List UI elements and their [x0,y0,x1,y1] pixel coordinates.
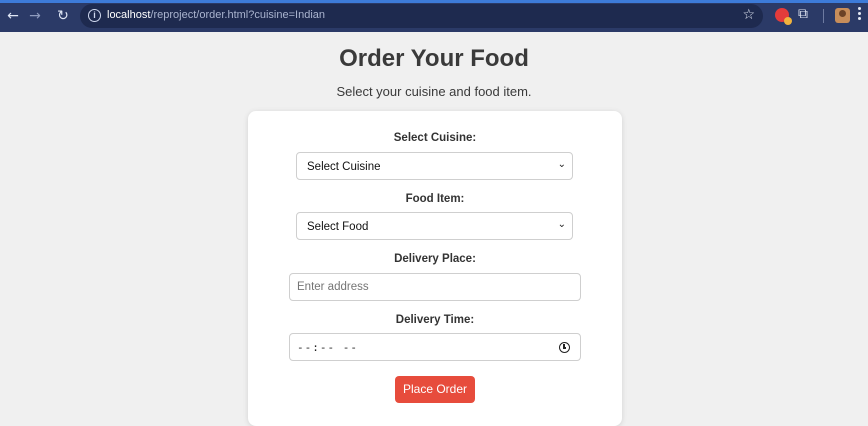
food-label: Food Item: [405,193,465,205]
time-label: Delivery Time: [395,314,475,326]
food-select[interactable]: Select Food ⌄ [296,212,573,240]
cuisine-select[interactable]: Select Cuisine ⌄ [296,152,573,180]
avatar[interactable] [835,8,850,23]
url-path: /reproject/order.html?cuisine=Indian [150,9,325,21]
extension-badge [784,17,792,25]
address-bar[interactable]: i localhost/reproject/order.html?cuisine… [80,4,763,28]
extension-icon[interactable] [775,8,792,25]
cuisine-select-value: Select Cuisine [307,161,381,173]
info-icon[interactable]: i [88,9,101,22]
url-text[interactable]: localhost/reproject/order.html?cuisine=I… [107,9,325,21]
time-input[interactable]: --:-- -- [289,333,581,361]
food-select-value: Select Food [307,221,369,233]
cuisine-label: Select Cuisine: [393,132,477,144]
puzzle-icon[interactable]: ⧉ [798,6,808,22]
address-placeholder: Enter address [297,281,369,293]
kebab-menu-icon[interactable] [858,7,862,22]
chevron-down-icon: ⌄ [557,159,566,170]
toolbar-divider [823,9,824,23]
reload-icon[interactable]: ↻ [54,7,72,25]
page-subtitle: Select your cuisine and food item. [336,84,532,99]
url-host: localhost [107,9,151,21]
place-label: Delivery Place: [394,253,476,265]
page-title: Order Your Food [339,45,529,72]
clock-icon[interactable] [559,342,570,353]
toolbar-accent [0,0,868,3]
time-value: --:-- -- [297,341,358,354]
forward-arrow-icon[interactable]: → [26,7,44,25]
chevron-down-icon: ⌄ [557,219,566,230]
browser-toolbar: ← → ↻ i localhost/reproject/order.html?c… [0,0,868,32]
place-order-button[interactable]: Place Order [395,376,475,403]
address-input[interactable]: Enter address [289,273,581,301]
star-icon[interactable]: ☆ [742,7,755,23]
back-arrow-icon[interactable]: ← [4,7,22,25]
